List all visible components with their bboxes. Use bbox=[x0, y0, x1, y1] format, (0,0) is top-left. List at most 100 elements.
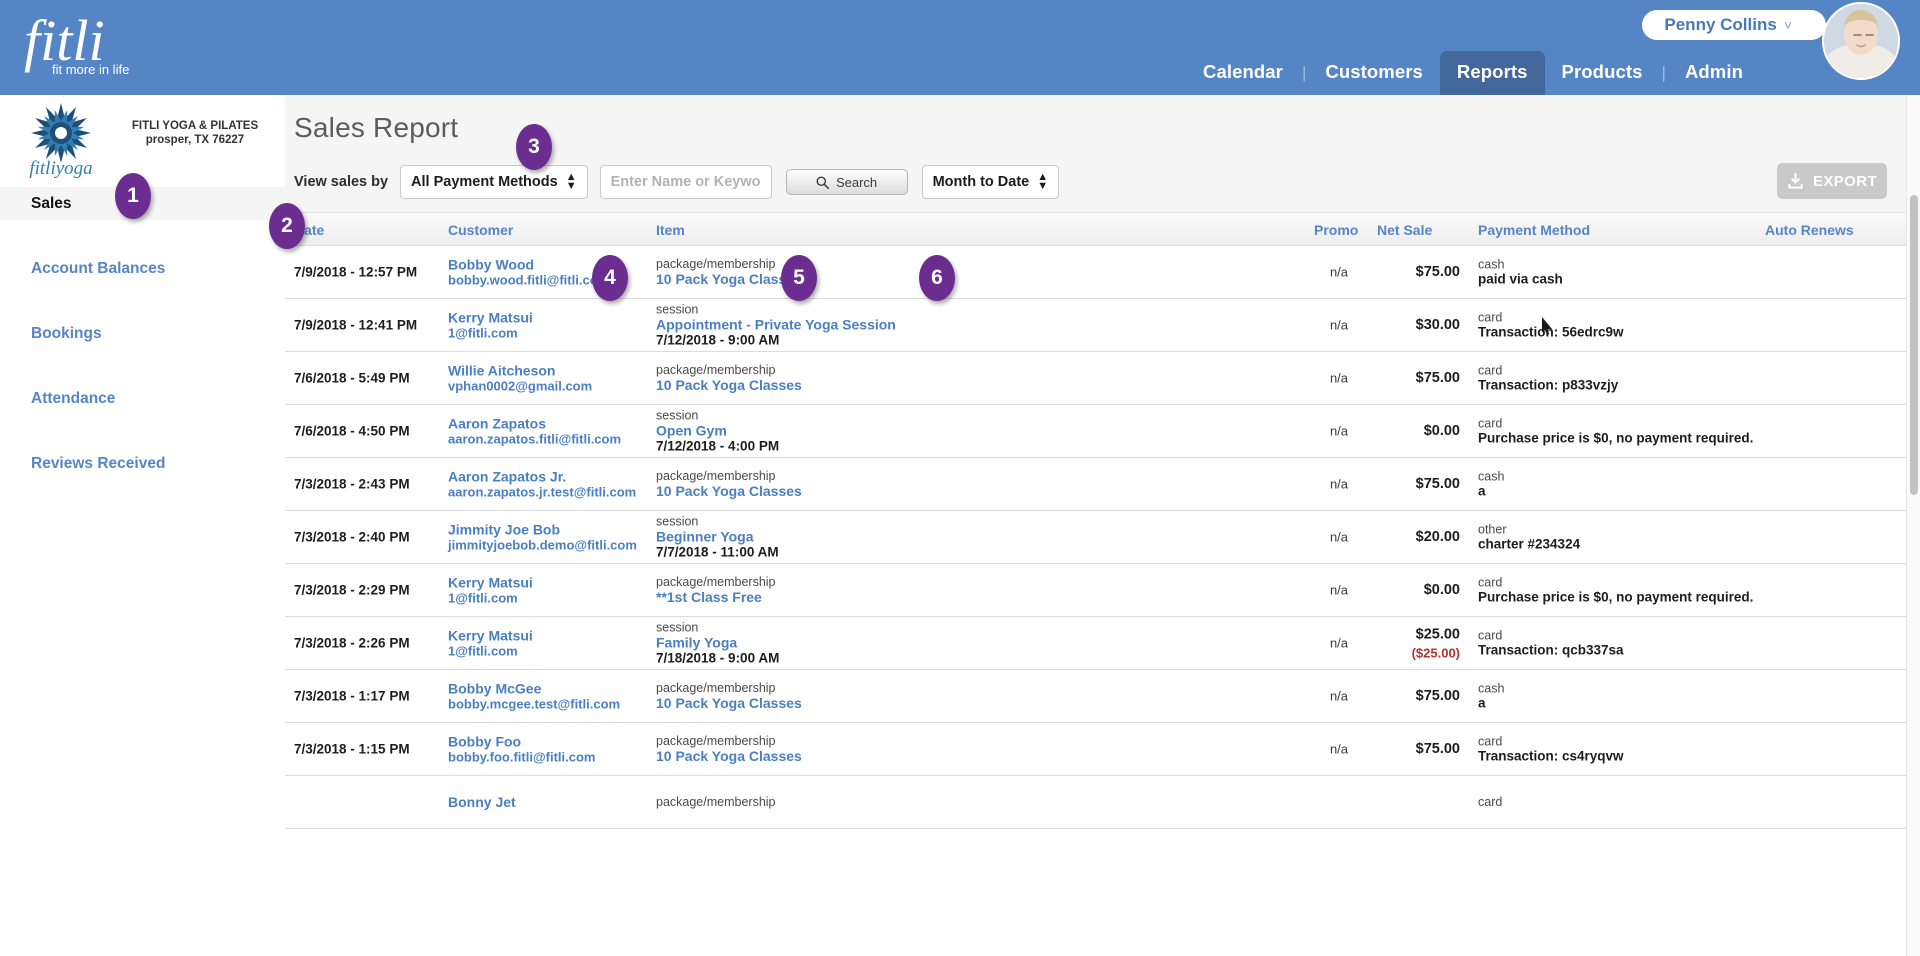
item-name-link[interactable]: 10 Pack Yoga Classes bbox=[656, 483, 956, 499]
customer-email-link[interactable]: 1@fitli.com bbox=[448, 591, 648, 606]
customer-name-link[interactable]: Jimmity Joe Bob bbox=[448, 522, 648, 538]
cell-customer: Kerry Matsui 1@fitli.com bbox=[448, 575, 648, 606]
fitli-logo[interactable]: fitli fit more in life bbox=[22, 8, 152, 80]
customer-email-link[interactable]: aaron.zapatos.jr.test@fitli.com bbox=[448, 485, 648, 500]
table-row[interactable]: 7/3/2018 - 2:40 PM Jimmity Joe Bob jimmity… bbox=[285, 511, 1920, 564]
table-row[interactable]: 7/3/2018 - 2:26 PM Kerry Matsui 1@fitli.co… bbox=[285, 617, 1920, 670]
cell-net-sale: $75.00 bbox=[1378, 740, 1460, 758]
column-header-item[interactable]: Item bbox=[656, 222, 685, 238]
payment-detail: Transaction: 56edrc9w bbox=[1478, 324, 1624, 340]
table-row[interactable]: 7/9/2018 - 12:57 PM Bobby Wood bobby.wood.… bbox=[285, 246, 1920, 299]
user-menu-button[interactable]: Penny Collins ˅ bbox=[1642, 10, 1826, 40]
customer-email-link[interactable]: aaron.zapatos.fitli@fitli.com bbox=[448, 432, 648, 447]
column-header-customer[interactable]: Customer bbox=[448, 222, 513, 238]
column-header-payment-method[interactable]: Payment Method bbox=[1478, 222, 1590, 238]
payment-detail: Transaction: qcb337sa bbox=[1478, 642, 1624, 658]
cell-item: session Open Gym 7/12/2018 - 4:00 PM bbox=[656, 409, 956, 454]
export-button-label: EXPORT bbox=[1812, 172, 1878, 190]
table-row[interactable]: 7/3/2018 - 2:43 PM Aaron Zapatos Jr. aaron… bbox=[285, 458, 1920, 511]
customer-name-link[interactable]: Kerry Matsui bbox=[448, 575, 648, 591]
payment-type-label: card bbox=[1478, 416, 1503, 431]
customer-email-link[interactable]: 1@fitli.com bbox=[448, 326, 648, 341]
cell-item: session Appointment - Private Yoga Sessio… bbox=[656, 303, 956, 348]
nav-item-customers[interactable]: Customers bbox=[1308, 51, 1440, 95]
date-range-select[interactable]: Month to Date ▲ ▼ bbox=[921, 165, 1060, 199]
cell-item: package/membership 10 Pack Yoga Classes bbox=[656, 681, 956, 711]
net-sale-amount: $75.00 bbox=[1415, 264, 1460, 280]
payment-method-select[interactable]: All Payment Methods ▲ ▼ bbox=[400, 165, 588, 199]
sales-table-body: 7/9/2018 - 12:57 PM Bobby Wood bobby.wood.… bbox=[285, 246, 1920, 956]
customer-name-link[interactable]: Bobby McGee bbox=[448, 681, 648, 697]
customer-email-link[interactable]: 1@fitli.com bbox=[448, 644, 648, 659]
customer-name-link[interactable]: Aaron Zapatos bbox=[448, 416, 648, 432]
export-button[interactable]: EXPORT bbox=[1777, 163, 1887, 199]
sidebar-item-bookings[interactable]: Bookings bbox=[0, 317, 285, 350]
net-sale-amount: $75.00 bbox=[1415, 370, 1460, 386]
cell-net-sale: $75.00 bbox=[1378, 369, 1460, 387]
item-name-link[interactable]: Beginner Yoga bbox=[656, 529, 956, 545]
reports-sidebar-nav: Sales Account Balances Bookings Attendan… bbox=[0, 187, 285, 480]
item-name-link[interactable]: Appointment - Private Yoga Session bbox=[656, 317, 956, 333]
nav-item-reports[interactable]: Reports bbox=[1439, 51, 1545, 95]
customer-email-link[interactable]: bobby.foo.fitli@fitli.com bbox=[448, 750, 648, 765]
net-sale-amount: $75.00 bbox=[1415, 476, 1460, 492]
customer-email-link[interactable]: vphan0002@gmail.com bbox=[448, 379, 648, 394]
table-row[interactable]: Bonny Jet package/membership card bbox=[285, 776, 1920, 829]
search-input[interactable] bbox=[599, 165, 772, 199]
payment-detail: charter #234324 bbox=[1478, 536, 1581, 552]
scrollbar-thumb[interactable] bbox=[1910, 195, 1918, 495]
item-name-link[interactable]: 10 Pack Yoga Classes bbox=[656, 377, 956, 393]
table-row[interactable]: 7/3/2018 - 1:17 PM Bobby McGee bobby.mcgee… bbox=[285, 670, 1920, 723]
cell-customer: Jimmity Joe Bob jimmityjoebob.demo@fitli.… bbox=[448, 522, 648, 553]
annotation-badge-4: 4 bbox=[592, 255, 628, 301]
table-row[interactable]: 7/3/2018 - 1:15 PM Bobby Foo bobby.foo.fit… bbox=[285, 723, 1920, 776]
cell-promo: n/a bbox=[1329, 317, 1349, 333]
item-name-link[interactable]: 10 Pack Yoga Classes bbox=[656, 748, 956, 764]
cell-promo: n/a bbox=[1329, 529, 1349, 545]
item-name-link[interactable]: Family Yoga bbox=[656, 635, 956, 651]
customer-name-link[interactable]: Willie Aitcheson bbox=[448, 363, 648, 379]
annotation-badge-5: 5 bbox=[781, 255, 817, 301]
sidebar-item-account-balances[interactable]: Account Balances bbox=[0, 252, 285, 285]
cell-date: 7/3/2018 - 2:29 PM bbox=[294, 582, 410, 598]
sidebar-item-reviews-received[interactable]: Reviews Received bbox=[0, 447, 285, 480]
nav-item-calendar[interactable]: Calendar bbox=[1186, 51, 1300, 95]
user-avatar[interactable] bbox=[1822, 2, 1900, 80]
column-header-promo[interactable]: Promo bbox=[1314, 222, 1358, 238]
customer-name-link[interactable]: Bonny Jet bbox=[448, 794, 648, 810]
net-sale-amount: $20.00 bbox=[1415, 529, 1460, 545]
table-row[interactable]: 7/6/2018 - 5:49 PM Willie Aitcheson vphan0… bbox=[285, 352, 1920, 405]
studio-address: prosper, TX 76227 bbox=[145, 134, 245, 146]
column-header-net-sale[interactable]: Net Sale bbox=[1377, 222, 1432, 238]
payment-type-label: card bbox=[1478, 734, 1503, 749]
cell-item: session Beginner Yoga 7/7/2018 - 11:00 AM bbox=[656, 515, 956, 560]
item-name-link[interactable]: Open Gym bbox=[656, 423, 956, 439]
cell-date: 7/3/2018 - 1:17 PM bbox=[294, 688, 410, 704]
customer-name-link[interactable]: Bobby Foo bbox=[448, 734, 648, 750]
nav-item-products[interactable]: Products bbox=[1545, 51, 1660, 95]
nav-item-admin[interactable]: Admin bbox=[1668, 51, 1760, 95]
customer-email-link[interactable]: jimmityjoebob.demo@fitli.com bbox=[448, 538, 648, 553]
table-row[interactable]: 7/9/2018 - 12:41 PM Kerry Matsui 1@fitli.c… bbox=[285, 299, 1920, 352]
page-scrollbar[interactable] bbox=[1906, 95, 1920, 956]
sidebar-item-attendance[interactable]: Attendance bbox=[0, 382, 285, 415]
customer-name-link[interactable]: Aaron Zapatos Jr. bbox=[448, 469, 648, 485]
cell-customer: Willie Aitcheson vphan0002@gmail.com bbox=[448, 363, 648, 394]
customer-name-link[interactable]: Kerry Matsui bbox=[448, 628, 648, 644]
customer-name-link[interactable]: Kerry Matsui bbox=[448, 310, 648, 326]
item-type-label: session bbox=[656, 408, 699, 423]
annotation-badge-3: 3 bbox=[516, 124, 552, 170]
payment-type-label: card bbox=[1478, 628, 1503, 643]
payment-detail: Purchase price is $0, no payment require… bbox=[1478, 589, 1754, 605]
table-row[interactable]: 7/6/2018 - 4:50 PM Aaron Zapatos aaron.zap… bbox=[285, 405, 1920, 458]
studio-info: FITLI YOGA & PILATES prosper, TX 76227 bbox=[110, 119, 280, 147]
column-header-auto-renews[interactable]: Auto Renews bbox=[1765, 222, 1854, 238]
search-button-label: Search bbox=[835, 174, 878, 190]
item-name-link[interactable]: 10 Pack Yoga Classes bbox=[656, 695, 956, 711]
search-button[interactable]: Search bbox=[785, 169, 908, 195]
table-row[interactable]: 7/3/2018 - 2:29 PM Kerry Matsui 1@fitli.co… bbox=[285, 564, 1920, 617]
customer-email-link[interactable]: bobby.mcgee.test@fitli.com bbox=[448, 697, 648, 712]
item-name-link[interactable]: **1st Class Free bbox=[656, 589, 956, 605]
payment-method-value: All Payment Methods bbox=[411, 174, 558, 190]
cell-net-sale: $0.00 bbox=[1378, 422, 1460, 440]
